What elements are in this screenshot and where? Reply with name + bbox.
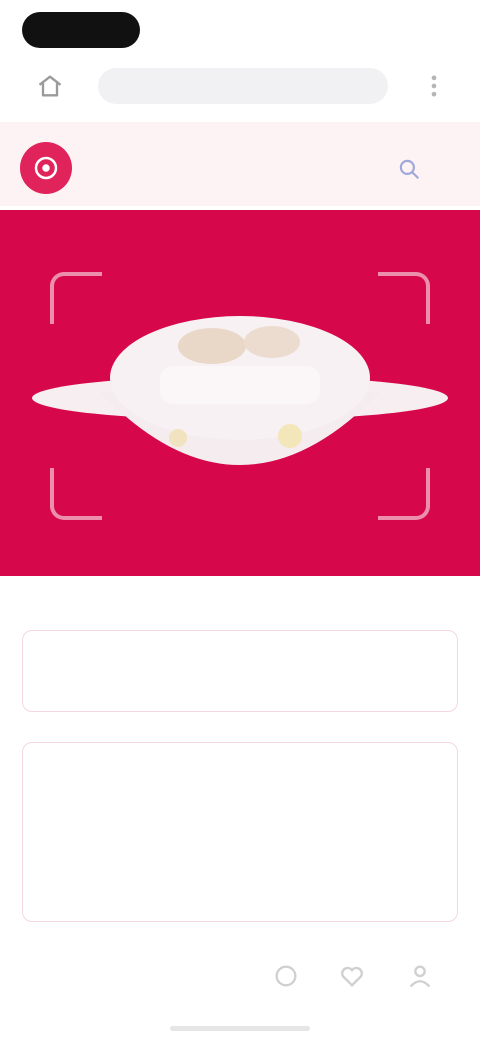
bowl-illustration — [32, 316, 448, 465]
camera-cutout — [22, 12, 140, 48]
info-card[interactable] — [22, 630, 458, 712]
home-indicator[interactable] — [170, 1026, 310, 1031]
status-bar — [0, 0, 480, 60]
url-field[interactable] — [98, 68, 388, 104]
site-header — [0, 122, 480, 206]
home-icon[interactable] — [36, 72, 64, 100]
site-logo[interactable] — [20, 142, 72, 194]
promo-card[interactable] — [22, 742, 458, 922]
heart-icon[interactable] — [338, 962, 366, 990]
user-icon[interactable] — [406, 962, 434, 990]
bottom-nav — [0, 944, 480, 1010]
logo-mark-icon — [34, 156, 58, 180]
share-icon[interactable] — [272, 962, 300, 990]
more-vertical-icon[interactable] — [420, 72, 448, 100]
search-icon[interactable] — [396, 156, 422, 182]
hero-banner[interactable] — [0, 210, 480, 576]
browser-bar — [0, 58, 480, 114]
